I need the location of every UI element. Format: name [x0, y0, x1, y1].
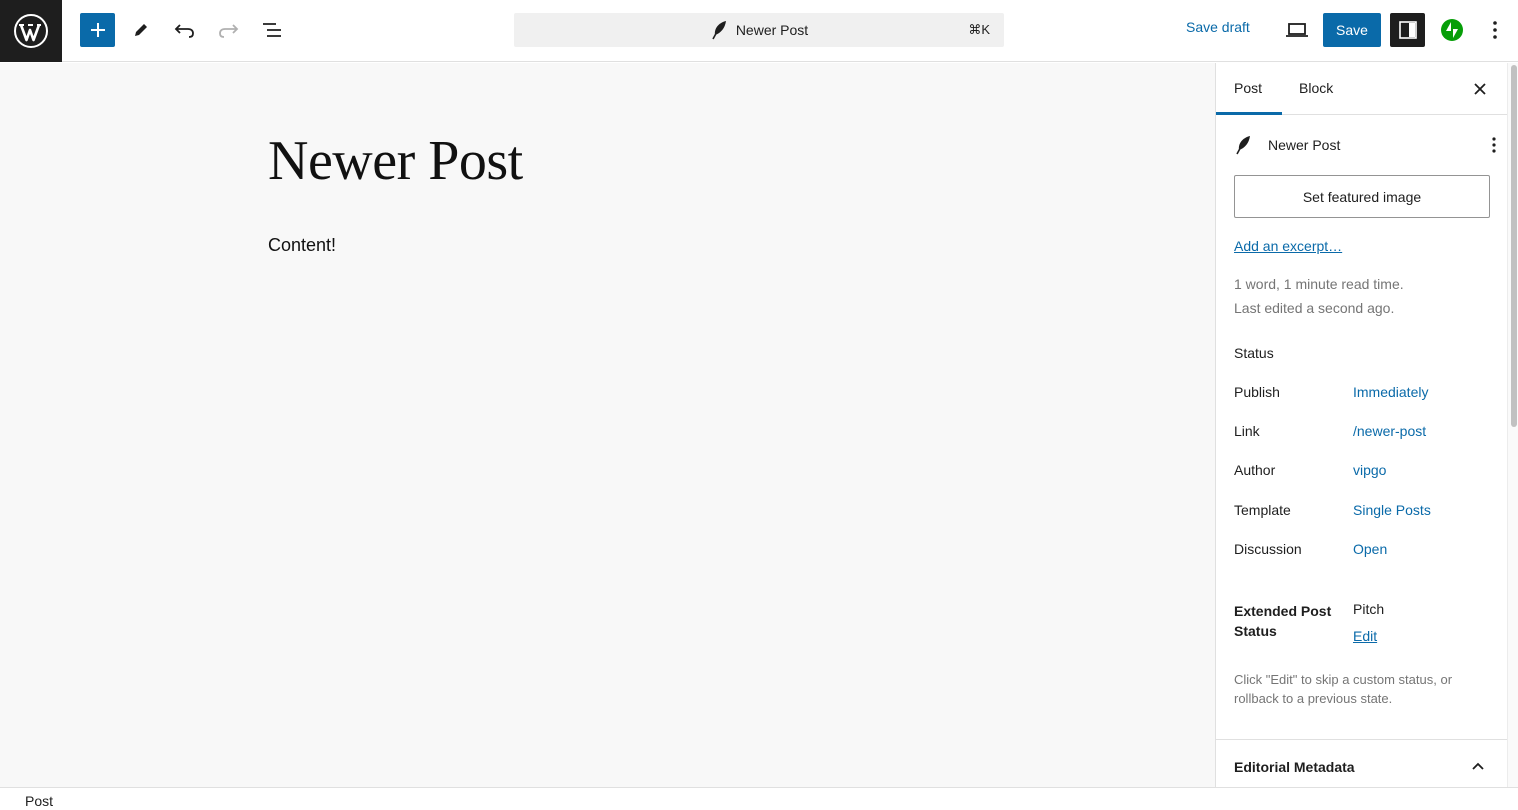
post-card-title: Newer Post	[1268, 137, 1341, 153]
post-title[interactable]: Newer Post	[268, 129, 523, 193]
chevron-up-icon	[1472, 762, 1484, 770]
editorial-metadata-title: Editorial Metadata	[1234, 759, 1355, 775]
scrollbar-thumb[interactable]	[1511, 65, 1517, 427]
sidebar-scrollbar[interactable]	[1507, 63, 1518, 787]
settings-sidebar-toggle[interactable]	[1390, 13, 1425, 47]
extended-post-status-label: Extended Post Status	[1234, 603, 1332, 639]
active-tab-indicator	[1216, 112, 1282, 115]
redo-button[interactable]	[210, 13, 246, 47]
extended-post-status-edit-link[interactable]: Edit	[1353, 628, 1377, 644]
template-button[interactable]: Single Posts	[1353, 502, 1431, 518]
keyboard-shortcut-hint: ⌘K	[968, 22, 990, 37]
options-menu-button[interactable]	[1477, 13, 1513, 47]
tab-block[interactable]: Block	[1299, 80, 1333, 96]
tab-post[interactable]: Post	[1234, 80, 1262, 96]
status-label: Status	[1234, 345, 1274, 361]
plus-icon	[90, 23, 105, 37]
settings-sidebar: Post Block Newer Post Set featured image…	[1215, 63, 1507, 787]
template-label: Template	[1234, 502, 1291, 518]
editor-canvas: Newer Post Content!	[0, 63, 1215, 787]
discussion-button[interactable]: Open	[1353, 541, 1387, 557]
pencil-icon	[135, 24, 147, 36]
save-button[interactable]: Save	[1323, 13, 1381, 47]
undo-button[interactable]	[167, 13, 203, 47]
jetpack-button[interactable]	[1434, 13, 1470, 47]
more-vertical-icon	[1493, 21, 1497, 39]
save-draft-button[interactable]: Save draft	[1186, 19, 1250, 35]
set-featured-image-button[interactable]: Set featured image	[1234, 175, 1490, 218]
wordpress-icon	[14, 14, 48, 48]
extended-post-status-help: Click "Edit" to skip a custom status, or…	[1234, 672, 1453, 706]
word-count: 1 word, 1 minute read time.	[1234, 276, 1404, 292]
add-block-button[interactable]	[80, 13, 115, 47]
editor-footer: Post	[0, 787, 1518, 810]
publish-date-button[interactable]: Immediately	[1353, 384, 1428, 400]
preview-button[interactable]	[1279, 13, 1315, 47]
link-label: Link	[1234, 423, 1260, 439]
close-sidebar-button[interactable]	[1468, 77, 1492, 101]
feather-icon	[712, 21, 726, 40]
close-icon	[1474, 83, 1486, 95]
tools-button[interactable]	[123, 13, 159, 47]
author-label: Author	[1234, 462, 1276, 478]
add-excerpt-link[interactable]: Add an excerpt…	[1234, 238, 1342, 254]
feather-icon	[1236, 136, 1250, 155]
publish-label: Publish	[1234, 384, 1280, 400]
author-button[interactable]: vipgo	[1353, 462, 1386, 478]
wordpress-logo-button[interactable]	[0, 0, 62, 62]
editor-header: Newer Post ⌘K Save draft Save	[0, 0, 1518, 62]
editorial-metadata-panel[interactable]: Editorial Metadata	[1216, 739, 1507, 787]
extended-post-status-value: Pitch	[1353, 601, 1385, 617]
jetpack-icon	[1441, 19, 1463, 41]
list-view-icon	[263, 23, 281, 37]
redo-icon	[219, 24, 239, 38]
post-card: Newer Post	[1234, 133, 1496, 157]
paragraph-block[interactable]: Content!	[268, 235, 336, 256]
block-breadcrumb[interactable]: Post	[25, 793, 53, 809]
laptop-icon	[1286, 23, 1308, 37]
undo-icon	[174, 24, 194, 38]
document-overview-button[interactable]	[254, 13, 290, 47]
last-edited: Last edited a second ago.	[1234, 300, 1395, 316]
sidebar-icon	[1398, 21, 1417, 39]
command-bar-title: Newer Post	[735, 22, 809, 38]
post-actions-button[interactable]	[1482, 133, 1506, 157]
sidebar-tabs: Post Block	[1216, 63, 1507, 115]
permalink-button[interactable]: /newer-post	[1353, 423, 1426, 439]
editorial-metadata-toggle[interactable]	[1466, 754, 1490, 778]
more-vertical-icon	[1492, 137, 1496, 153]
discussion-label: Discussion	[1234, 541, 1302, 557]
command-palette-bar[interactable]: Newer Post ⌘K	[514, 13, 1004, 47]
